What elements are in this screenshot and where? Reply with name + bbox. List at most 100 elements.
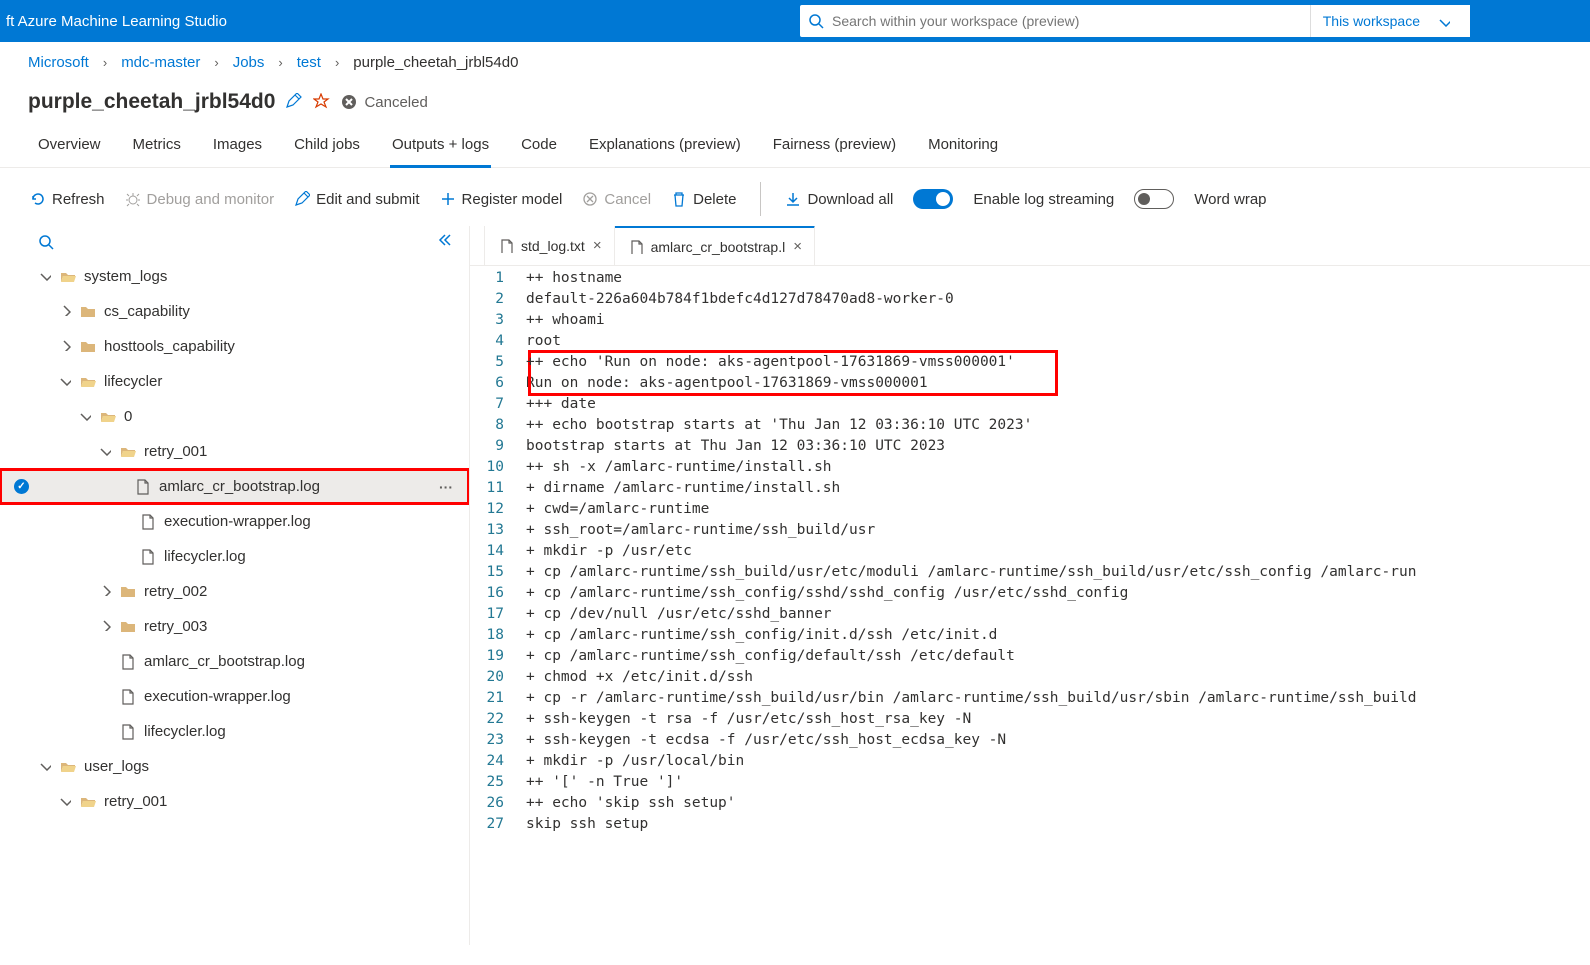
favorite-icon[interactable]	[313, 93, 331, 111]
code-line: 15+ cp /amlarc-runtime/ssh_build/usr/etc…	[470, 562, 1590, 583]
cancelled-icon	[341, 94, 358, 111]
tree-item[interactable]: system_logs	[0, 259, 469, 294]
search-scope-dropdown[interactable]: This workspace	[1310, 5, 1470, 37]
folder-icon	[120, 619, 136, 635]
tree-item[interactable]: retry_001	[0, 784, 469, 819]
tree-item[interactable]: user_logs	[0, 749, 469, 784]
file-icon	[120, 689, 136, 705]
tree-item[interactable]: lifecycler	[0, 364, 469, 399]
code-content[interactable]: 1++ hostname2default-226a604b784f1bdefc4…	[470, 266, 1590, 945]
file-icon	[499, 239, 513, 253]
edit-submit-button[interactable]: Edit and submit	[294, 191, 419, 208]
code-viewer-pane: std_log.txt× amlarc_cr_bootstrap.l × 1++ h…	[470, 226, 1590, 945]
download-all-button[interactable]: Download all	[785, 191, 893, 208]
code-line: 21+ cp -r /amlarc-runtime/ssh_build/usr/…	[470, 688, 1590, 709]
bug-icon	[125, 191, 141, 207]
chevron-down-icon	[70, 409, 100, 424]
tab-child-jobs[interactable]: Child jobs	[292, 124, 362, 168]
code-line: 22+ ssh-keygen -t rsa -f /usr/etc/ssh_ho…	[470, 709, 1590, 730]
tab-metrics[interactable]: Metrics	[131, 124, 183, 168]
chevron-down-icon	[50, 374, 80, 389]
breadcrumb-item[interactable]: mdc-master	[121, 54, 200, 71]
tree-item[interactable]: lifecycler.log	[0, 539, 469, 574]
breadcrumb-item[interactable]: Microsoft	[28, 54, 89, 71]
tab-overview[interactable]: Overview	[36, 124, 103, 168]
breadcrumb-item[interactable]: test	[297, 54, 321, 71]
word-wrap-toggle[interactable]	[1134, 189, 1174, 209]
tree-item[interactable]: execution-wrapper.log	[0, 504, 469, 539]
tab-explanations-preview-[interactable]: Explanations (preview)	[587, 124, 743, 168]
refresh-button[interactable]: Refresh	[30, 191, 105, 208]
main-split: system_logs cs_capability hosttools_capabi…	[0, 226, 1590, 945]
job-status: Canceled	[341, 94, 427, 111]
tree-item[interactable]: execution-wrapper.log	[0, 679, 469, 714]
pencil-icon	[294, 191, 310, 207]
code-line: 26++ echo 'skip ssh setup'	[470, 793, 1590, 814]
tree-item[interactable]: retry_002	[0, 574, 469, 609]
chevron-down-icon	[50, 794, 80, 809]
editor-tab-label: amlarc_cr_bootstrap.l	[651, 239, 786, 255]
tree-item[interactable]: amlarc_cr_bootstrap.log···	[0, 469, 469, 504]
chevron-down-icon	[1438, 15, 1450, 27]
code-line: 10++ sh -x /amlarc-runtime/install.sh	[470, 457, 1590, 478]
tab-images[interactable]: Images	[211, 124, 264, 168]
code-line: 9bootstrap starts at Thu Jan 12 03:36:10…	[470, 436, 1590, 457]
chevron-down-icon	[90, 444, 120, 459]
tab-outputs-logs[interactable]: Outputs + logs	[390, 124, 491, 168]
close-icon[interactable]: ×	[793, 238, 802, 255]
tree-item[interactable]: lifecycler.log	[0, 714, 469, 749]
tree-item-label: cs_capability	[104, 303, 190, 320]
tab-code[interactable]: Code	[519, 124, 559, 168]
tree-item[interactable]: cs_capability	[0, 294, 469, 329]
tree-search-icon[interactable]	[38, 234, 54, 250]
global-search[interactable]: This workspace	[800, 5, 1470, 37]
file-tree[interactable]: system_logs cs_capability hosttools_capabi…	[0, 259, 469, 945]
chevron-right-icon	[50, 339, 80, 354]
job-name: purple_cheetah_jrbl54d0	[28, 90, 275, 114]
code-line: 18+ cp /amlarc-runtime/ssh_config/init.d…	[470, 625, 1590, 646]
log-streaming-toggle[interactable]	[913, 189, 953, 209]
log-streaming-label: Enable log streaming	[973, 191, 1114, 208]
delete-button[interactable]: Delete	[671, 191, 736, 208]
edit-name-icon[interactable]	[285, 93, 303, 111]
tree-item[interactable]: retry_001	[0, 434, 469, 469]
search-input[interactable]	[832, 13, 1310, 29]
chevron-right-icon	[90, 584, 120, 599]
collapse-tree-button[interactable]	[437, 232, 453, 251]
breadcrumb-item[interactable]: Jobs	[233, 54, 265, 71]
refresh-icon	[30, 191, 46, 207]
code-line: 13+ ssh_root=/amlarc-runtime/ssh_build/u…	[470, 520, 1590, 541]
tree-item[interactable]: amlarc_cr_bootstrap.log	[0, 644, 469, 679]
folder-open-icon	[100, 409, 116, 425]
tree-item-label: user_logs	[84, 758, 149, 775]
more-icon[interactable]: ···	[439, 479, 461, 495]
trash-icon	[671, 191, 687, 207]
tree-item-label: system_logs	[84, 268, 167, 285]
tree-item-label: retry_001	[104, 793, 167, 810]
tree-item-label: lifecycler	[104, 373, 162, 390]
tree-item-label: retry_001	[144, 443, 207, 460]
tab-fairness-preview-[interactable]: Fairness (preview)	[771, 124, 898, 168]
search-scope-label: This workspace	[1323, 13, 1420, 29]
register-model-button[interactable]: Register model	[440, 191, 563, 208]
download-icon	[785, 191, 801, 207]
tree-item[interactable]: 0	[0, 399, 469, 434]
tree-item[interactable]: retry_003	[0, 609, 469, 644]
code-line: 14+ mkdir -p /usr/etc	[470, 541, 1590, 562]
code-line: 8++ echo bootstrap starts at 'Thu Jan 12…	[470, 415, 1590, 436]
code-line: 4root	[470, 331, 1590, 352]
top-bar: ft Azure Machine Learning Studio This wo…	[0, 0, 1590, 42]
folder-open-icon	[60, 269, 76, 285]
search-icon	[808, 13, 824, 29]
tree-item[interactable]: hosttools_capability	[0, 329, 469, 364]
debug-monitor-button: Debug and monitor	[125, 191, 275, 208]
tab-monitoring[interactable]: Monitoring	[926, 124, 1000, 168]
close-icon[interactable]: ×	[593, 237, 602, 254]
folder-open-icon	[80, 794, 96, 810]
editor-tab[interactable]: amlarc_cr_bootstrap.l ×	[615, 226, 815, 265]
folder-open-icon	[60, 759, 76, 775]
double-chevron-left-icon	[437, 232, 453, 248]
code-line: 20+ chmod +x /etc/init.d/ssh	[470, 667, 1590, 688]
editor-tab[interactable]: std_log.txt×	[484, 226, 615, 265]
code-line: 5++ echo 'Run on node: aks-agentpool-176…	[470, 352, 1590, 373]
